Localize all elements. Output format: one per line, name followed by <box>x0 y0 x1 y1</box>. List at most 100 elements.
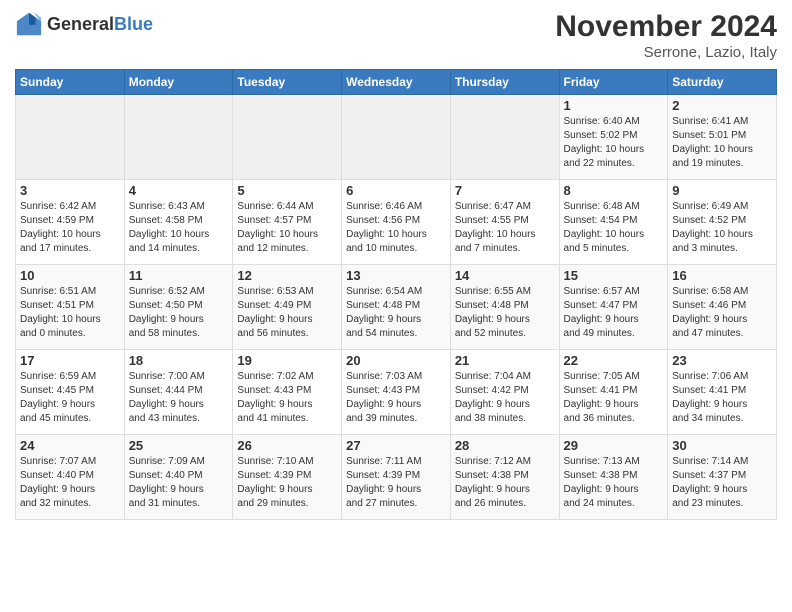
calendar-cell: 24Sunrise: 7:07 AM Sunset: 4:40 PM Dayli… <box>16 435 125 520</box>
day-number: 14 <box>455 268 555 283</box>
calendar-cell <box>342 95 451 180</box>
calendar-cell: 11 Sunrise: 6:52 AM Sunset: 4:50 PM Dayli… <box>124 265 233 350</box>
day-number: 27 <box>346 438 446 453</box>
day-number: 13 <box>346 268 446 283</box>
location: Serrone, Lazio, Italy <box>555 44 777 61</box>
day-number: 18 <box>129 353 229 368</box>
day-info: Sunrise: 6:48 AM Sunset: 4:54 PM Dayligh… <box>564 200 664 256</box>
calendar-cell: 25 Sunrise: 7:09 AM Sunset: 4:40 PM Dayli… <box>124 435 233 520</box>
day-number: 21 <box>455 353 555 368</box>
week-row-4: 24Sunrise: 7:07 AM Sunset: 4:40 PM Dayli… <box>16 435 777 520</box>
day-info: Sunrise: 6:42 AM Sunset: 4:59 PM Dayligh… <box>20 200 120 256</box>
day-number: 25 <box>129 438 229 453</box>
day-number: 10 <box>20 268 120 283</box>
day-info: Sunrise: 6:41 AM Sunset: 5:01 PM Dayligh… <box>672 115 772 171</box>
logo-icon <box>15 10 43 38</box>
calendar-cell: 9Sunrise: 6:49 AM Sunset: 4:52 PM Daylig… <box>668 180 777 265</box>
day-info: Sunrise: 6:40 AM Sunset: 5:02 PM Dayligh… <box>564 115 664 171</box>
day-number: 30 <box>672 438 772 453</box>
day-info: Sunrise: 7:04 AM Sunset: 4:42 PM Dayligh… <box>455 370 555 426</box>
calendar-cell: 16 Sunrise: 6:58 AM Sunset: 4:46 PM Dayli… <box>668 265 777 350</box>
day-number: 12 <box>237 268 337 283</box>
calendar-table: SundayMondayTuesdayWednesdayThursdayFrid… <box>15 69 777 520</box>
day-number: 9 <box>672 183 772 198</box>
week-row-1: 3 Sunrise: 6:42 AM Sunset: 4:59 PM Daylig… <box>16 180 777 265</box>
week-row-3: 17Sunrise: 6:59 AM Sunset: 4:45 PM Dayli… <box>16 350 777 435</box>
calendar-cell: 10 Sunrise: 6:51 AM Sunset: 4:51 PM Dayli… <box>16 265 125 350</box>
month-title: November 2024 <box>555 10 777 44</box>
day-info: Sunrise: 7:06 AM Sunset: 4:41 PM Dayligh… <box>672 370 772 426</box>
day-number: 11 <box>129 268 229 283</box>
calendar-cell: 23 Sunrise: 7:06 AM Sunset: 4:41 PM Dayli… <box>668 350 777 435</box>
calendar-cell: 15 Sunrise: 6:57 AM Sunset: 4:47 PM Dayli… <box>559 265 668 350</box>
day-number: 1 <box>564 98 664 113</box>
calendar-cell: 26 Sunrise: 7:10 AM Sunset: 4:39 PM Dayli… <box>233 435 342 520</box>
logo: General Blue <box>15 10 153 38</box>
day-info: Sunrise: 6:53 AM Sunset: 4:49 PM Dayligh… <box>237 285 337 341</box>
day-number: 15 <box>564 268 664 283</box>
week-row-2: 10 Sunrise: 6:51 AM Sunset: 4:51 PM Dayli… <box>16 265 777 350</box>
day-number: 2 <box>672 98 772 113</box>
day-info: Sunrise: 7:12 AM Sunset: 4:38 PM Dayligh… <box>455 455 555 511</box>
day-info: Sunrise: 6:46 AM Sunset: 4:56 PM Dayligh… <box>346 200 446 256</box>
calendar-cell <box>16 95 125 180</box>
logo-text: General Blue <box>47 14 153 35</box>
calendar-cell: 5 Sunrise: 6:44 AM Sunset: 4:57 PM Daylig… <box>233 180 342 265</box>
calendar-cell: 27 Sunrise: 7:11 AM Sunset: 4:39 PM Dayli… <box>342 435 451 520</box>
day-number: 22 <box>564 353 664 368</box>
day-info: Sunrise: 6:57 AM Sunset: 4:47 PM Dayligh… <box>564 285 664 341</box>
day-number: 19 <box>237 353 337 368</box>
day-info: Sunrise: 6:58 AM Sunset: 4:46 PM Dayligh… <box>672 285 772 341</box>
weekday-header-friday: Friday <box>559 70 668 95</box>
calendar-cell: 14Sunrise: 6:55 AM Sunset: 4:48 PM Dayli… <box>450 265 559 350</box>
calendar-cell: 2 Sunrise: 6:41 AM Sunset: 5:01 PM Daylig… <box>668 95 777 180</box>
calendar-cell: 29Sunrise: 7:13 AM Sunset: 4:38 PM Dayli… <box>559 435 668 520</box>
calendar-cell <box>124 95 233 180</box>
day-info: Sunrise: 7:11 AM Sunset: 4:39 PM Dayligh… <box>346 455 446 511</box>
day-info: Sunrise: 7:00 AM Sunset: 4:44 PM Dayligh… <box>129 370 229 426</box>
day-info: Sunrise: 7:09 AM Sunset: 4:40 PM Dayligh… <box>129 455 229 511</box>
day-info: Sunrise: 6:52 AM Sunset: 4:50 PM Dayligh… <box>129 285 229 341</box>
day-info: Sunrise: 6:59 AM Sunset: 4:45 PM Dayligh… <box>20 370 120 426</box>
calendar-cell: 28 Sunrise: 7:12 AM Sunset: 4:38 PM Dayli… <box>450 435 559 520</box>
calendar-cell: 12 Sunrise: 6:53 AM Sunset: 4:49 PM Dayli… <box>233 265 342 350</box>
week-row-0: 1 Sunrise: 6:40 AM Sunset: 5:02 PM Daylig… <box>16 95 777 180</box>
day-info: Sunrise: 6:54 AM Sunset: 4:48 PM Dayligh… <box>346 285 446 341</box>
day-number: 8 <box>564 183 664 198</box>
day-number: 23 <box>672 353 772 368</box>
day-info: Sunrise: 7:03 AM Sunset: 4:43 PM Dayligh… <box>346 370 446 426</box>
calendar-cell: 17Sunrise: 6:59 AM Sunset: 4:45 PM Dayli… <box>16 350 125 435</box>
weekday-header-thursday: Thursday <box>450 70 559 95</box>
calendar-cell: 30 Sunrise: 7:14 AM Sunset: 4:37 PM Dayli… <box>668 435 777 520</box>
calendar-cell: 21 Sunrise: 7:04 AM Sunset: 4:42 PM Dayli… <box>450 350 559 435</box>
weekday-header-row: SundayMondayTuesdayWednesdayThursdayFrid… <box>16 70 777 95</box>
day-number: 7 <box>455 183 555 198</box>
weekday-header-wednesday: Wednesday <box>342 70 451 95</box>
day-info: Sunrise: 7:10 AM Sunset: 4:39 PM Dayligh… <box>237 455 337 511</box>
day-info: Sunrise: 6:43 AM Sunset: 4:58 PM Dayligh… <box>129 200 229 256</box>
page-container: General Blue November 2024 Serrone, Lazi… <box>0 0 792 530</box>
day-number: 5 <box>237 183 337 198</box>
weekday-header-tuesday: Tuesday <box>233 70 342 95</box>
day-info: Sunrise: 6:44 AM Sunset: 4:57 PM Dayligh… <box>237 200 337 256</box>
day-number: 16 <box>672 268 772 283</box>
calendar-cell: 1 Sunrise: 6:40 AM Sunset: 5:02 PM Daylig… <box>559 95 668 180</box>
day-number: 3 <box>20 183 120 198</box>
weekday-header-sunday: Sunday <box>16 70 125 95</box>
calendar-cell: 7Sunrise: 6:47 AM Sunset: 4:55 PM Daylig… <box>450 180 559 265</box>
calendar-cell <box>450 95 559 180</box>
header: General Blue November 2024 Serrone, Lazi… <box>15 10 777 61</box>
calendar-cell: 8 Sunrise: 6:48 AM Sunset: 4:54 PM Daylig… <box>559 180 668 265</box>
title-block: November 2024 Serrone, Lazio, Italy <box>555 10 777 61</box>
day-number: 28 <box>455 438 555 453</box>
day-number: 26 <box>237 438 337 453</box>
day-info: Sunrise: 7:13 AM Sunset: 4:38 PM Dayligh… <box>564 455 664 511</box>
day-info: Sunrise: 7:14 AM Sunset: 4:37 PM Dayligh… <box>672 455 772 511</box>
day-info: Sunrise: 7:05 AM Sunset: 4:41 PM Dayligh… <box>564 370 664 426</box>
calendar-cell: 13 Sunrise: 6:54 AM Sunset: 4:48 PM Dayli… <box>342 265 451 350</box>
calendar-cell: 18 Sunrise: 7:00 AM Sunset: 4:44 PM Dayli… <box>124 350 233 435</box>
calendar-cell: 6Sunrise: 6:46 AM Sunset: 4:56 PM Daylig… <box>342 180 451 265</box>
day-info: Sunrise: 7:07 AM Sunset: 4:40 PM Dayligh… <box>20 455 120 511</box>
day-info: Sunrise: 6:51 AM Sunset: 4:51 PM Dayligh… <box>20 285 120 341</box>
calendar-cell: 3 Sunrise: 6:42 AM Sunset: 4:59 PM Daylig… <box>16 180 125 265</box>
